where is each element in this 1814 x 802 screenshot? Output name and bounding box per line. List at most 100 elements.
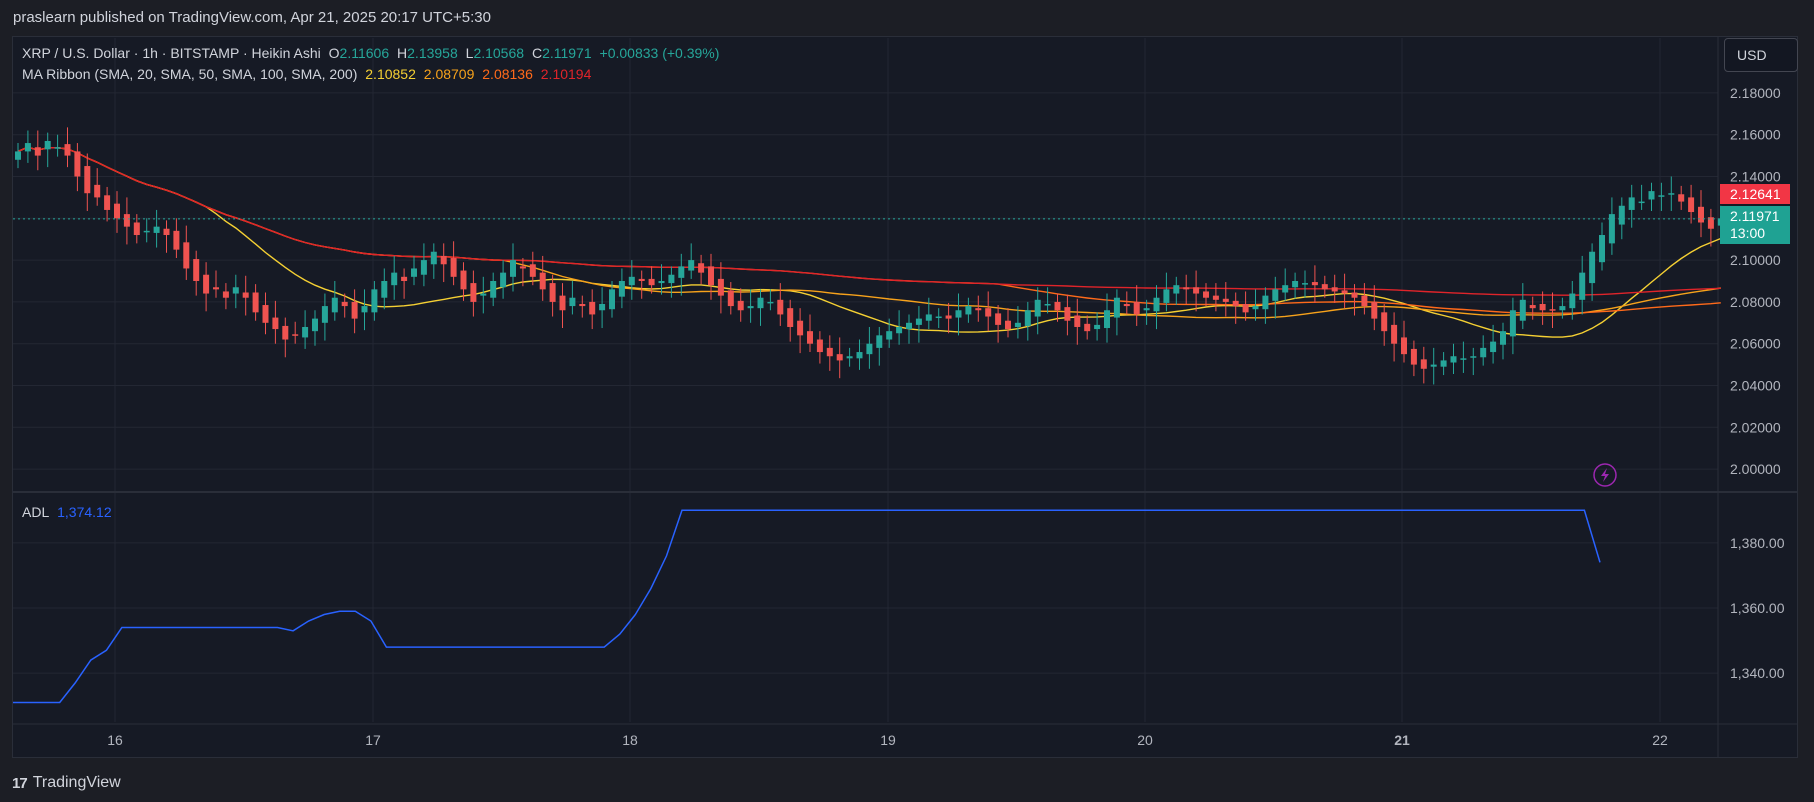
candle-body xyxy=(500,272,507,288)
candle xyxy=(688,243,695,279)
candle xyxy=(1173,276,1180,306)
candle-body xyxy=(252,292,259,313)
tradingview-brand: TradingView xyxy=(32,774,121,791)
candle-body xyxy=(915,318,922,325)
ma200-value: 2.10194 xyxy=(540,66,592,82)
candle-body xyxy=(1698,206,1704,223)
candle-body xyxy=(965,306,972,315)
tradingview-footer[interactable]: 17 TradingView xyxy=(12,770,121,796)
candle-body xyxy=(628,276,635,286)
candle-body xyxy=(737,300,744,311)
candle xyxy=(975,295,982,322)
candle xyxy=(658,264,665,295)
candle-body xyxy=(836,354,843,361)
last-price-value: 2.11971 xyxy=(1730,208,1780,224)
candle-body xyxy=(1569,293,1576,309)
ma-ribbon-title[interactable]: MA Ribbon (SMA, 20, SMA, 50, SMA, 100, S… xyxy=(22,66,357,82)
price-tick-label: 2.18000 xyxy=(1730,85,1781,101)
candle xyxy=(203,262,210,312)
candle xyxy=(331,281,338,321)
candle-body xyxy=(1064,307,1071,321)
candle xyxy=(807,314,813,353)
candle xyxy=(54,134,61,157)
candle-body xyxy=(688,260,695,271)
candle-body xyxy=(203,274,210,294)
adl-tick-label: 1,380.00 xyxy=(1730,535,1785,551)
ma-ribbon-legend: MA Ribbon (SMA, 20, SMA, 50, SMA, 100, S… xyxy=(22,64,595,84)
candle-body xyxy=(1539,303,1546,311)
candle xyxy=(1183,274,1190,304)
candle-body xyxy=(767,301,774,304)
candle xyxy=(846,347,853,367)
candle xyxy=(272,300,279,344)
candle-body xyxy=(945,315,952,319)
candle-body xyxy=(143,230,150,233)
candle-body xyxy=(1371,301,1378,319)
candle-body xyxy=(1084,323,1091,332)
candle xyxy=(1024,301,1031,341)
candle xyxy=(1678,185,1685,210)
candle-body xyxy=(985,308,992,317)
candle xyxy=(866,326,873,369)
candle-body xyxy=(450,258,457,277)
candle-body xyxy=(1104,310,1110,329)
candle xyxy=(1539,291,1546,325)
open-label: O xyxy=(328,45,340,61)
bar-countdown: 13:00 xyxy=(1730,225,1766,241)
candle-body xyxy=(1500,331,1506,345)
candle xyxy=(143,218,150,243)
chart-canvas[interactable]: 2.00000 2.02000 2.04000 2.06000 2.08000 2.100… xyxy=(0,0,1814,802)
candle xyxy=(1480,335,1487,366)
candle-body xyxy=(430,251,437,265)
candle xyxy=(1193,270,1200,312)
candle-body xyxy=(698,263,705,273)
candle-body xyxy=(1460,358,1467,360)
candle-body xyxy=(1311,282,1318,286)
candle-body xyxy=(579,303,586,307)
low-value: 2.10568 xyxy=(473,45,525,61)
candle xyxy=(292,321,299,344)
candle-body xyxy=(1628,197,1635,210)
adl-title[interactable]: ADL xyxy=(22,504,49,520)
candle-body xyxy=(1440,360,1447,367)
candle xyxy=(1064,294,1071,336)
candle xyxy=(24,130,31,163)
candle xyxy=(1648,182,1655,211)
candle xyxy=(1549,292,1556,329)
candle-body xyxy=(777,299,784,315)
candle-body xyxy=(1420,359,1427,369)
time-tick-label: 20 xyxy=(1137,732,1153,748)
candle-body xyxy=(361,306,368,313)
candle xyxy=(1450,343,1457,375)
candle-body xyxy=(54,147,61,149)
candle-body xyxy=(44,140,51,150)
candle xyxy=(490,272,497,307)
candle xyxy=(1519,283,1526,330)
candle xyxy=(15,143,21,169)
symbol-title[interactable]: XRP / U.S. Dollar · 1h · BITSTAMP · Heik… xyxy=(22,45,321,61)
candle xyxy=(64,127,71,168)
candle-body xyxy=(1678,194,1685,202)
candle-body xyxy=(1401,337,1407,355)
candle-body xyxy=(1252,306,1259,310)
candle xyxy=(955,293,962,336)
high-label: H xyxy=(397,45,408,61)
candle-body xyxy=(193,259,200,281)
time-tick-label: 21 xyxy=(1394,732,1410,748)
candle xyxy=(1688,184,1695,224)
candle xyxy=(1034,287,1041,335)
candle xyxy=(163,220,170,253)
symbol-legend: XRP / U.S. Dollar · 1h · BITSTAMP · Heik… xyxy=(22,43,723,63)
candle-body xyxy=(658,281,665,284)
price-tick-label: 2.06000 xyxy=(1730,336,1781,352)
candle xyxy=(559,283,566,329)
adl-legend: ADL 1,374.12 xyxy=(22,502,116,522)
candle-body xyxy=(242,292,249,298)
candle-body xyxy=(618,281,625,297)
currency-button[interactable]: USD xyxy=(1724,38,1798,72)
time-tick-label: 17 xyxy=(365,732,381,748)
time-tick-label: 19 xyxy=(880,732,896,748)
candle xyxy=(896,310,903,345)
candle xyxy=(1084,315,1091,340)
candle-body xyxy=(708,266,714,286)
